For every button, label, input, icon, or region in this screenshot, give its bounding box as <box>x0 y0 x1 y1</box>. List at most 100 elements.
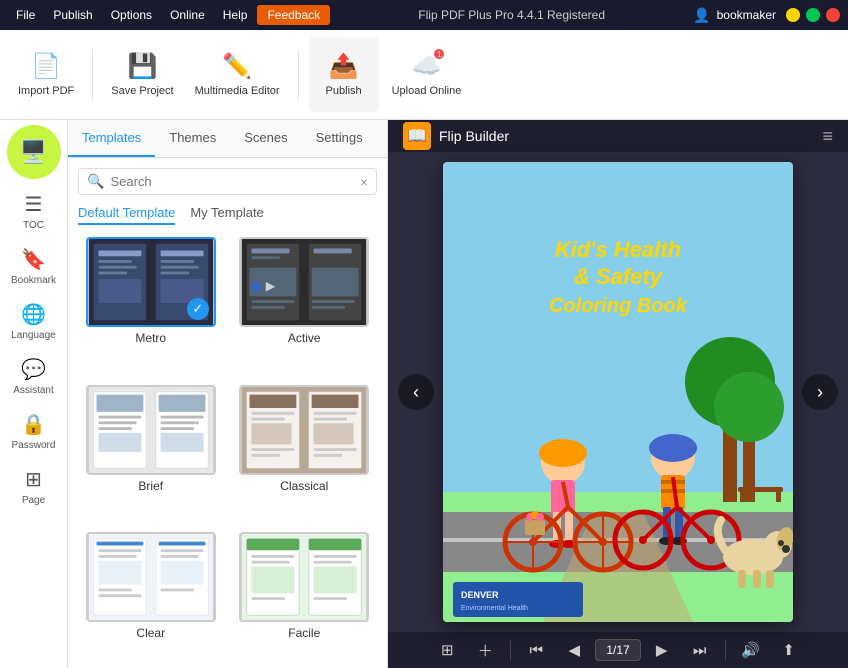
volume-button[interactable]: 🔊 <box>734 635 768 665</box>
search-icon: 🔍 <box>87 173 104 190</box>
share-button[interactable]: ⬆ <box>772 635 806 665</box>
divider2 <box>725 640 726 660</box>
book-container: ‹ <box>388 152 848 632</box>
template-active[interactable]: Active <box>232 233 378 373</box>
template-classical-thumb <box>239 385 369 475</box>
menu-online[interactable]: Online <box>162 5 213 25</box>
svg-text:Environmental Health: Environmental Health <box>461 605 528 612</box>
last-page-button[interactable]: ⏭ <box>683 635 717 665</box>
sidebar-item-language[interactable]: 🌐 Language <box>4 294 64 349</box>
template-metro-label: Metro <box>135 331 166 345</box>
template-clear[interactable]: Clear <box>78 528 224 668</box>
selected-check: ✓ <box>187 298 209 320</box>
main-area: 🖥️ ☰ TOC 🔖 Bookmark 🌐 Language 💬 Assista… <box>0 120 848 668</box>
user-info: 👤 bookmaker <box>693 7 776 24</box>
svg-text:& Safety: & Safety <box>574 264 664 289</box>
multimedia-icon: ✏️ <box>222 52 252 81</box>
bookmark-label: Bookmark <box>11 275 56 286</box>
close-button[interactable] <box>826 8 840 22</box>
template-classical[interactable]: Classical <box>232 381 378 521</box>
sidebar-item-bookmark[interactable]: 🔖 Bookmark <box>4 239 64 294</box>
templates-panel: Templates Themes Scenes Settings 🔍 × Def… <box>68 120 388 668</box>
svg-text:Coloring Book: Coloring Book <box>549 295 688 317</box>
preview-title: Flip Builder <box>439 128 509 144</box>
search-input[interactable] <box>110 174 353 189</box>
save-project-button[interactable]: 💾 Save Project <box>103 37 181 112</box>
menu-help[interactable]: Help <box>215 5 256 25</box>
upload-icon: ☁️1 <box>412 52 442 81</box>
bookmark-icon: 🔖 <box>21 247 46 272</box>
menu-publish[interactable]: Publish <box>45 5 100 25</box>
prev-page-nav[interactable]: ◀ <box>557 635 591 665</box>
window-controls <box>786 8 840 22</box>
template-active-label: Active <box>288 331 321 345</box>
toc-icon: ☰ <box>25 192 43 217</box>
template-clear-thumb <box>86 532 216 622</box>
sidebar-item-toc[interactable]: ☰ TOC <box>4 184 64 239</box>
tab-themes[interactable]: Themes <box>155 120 230 157</box>
preview-menu-icon[interactable]: ≡ <box>822 126 833 147</box>
publish-label: Publish <box>326 85 362 97</box>
menu-options[interactable]: Options <box>103 5 160 25</box>
next-page-nav[interactable]: ▶ <box>645 635 679 665</box>
flip-logo-icon: 📖 <box>403 122 431 150</box>
menu-bar: File Publish Options Online Help Feedbac… <box>8 5 330 25</box>
save-project-label: Save Project <box>111 85 173 97</box>
publish-button[interactable]: 📤 Publish <box>309 37 379 112</box>
template-brief[interactable]: Brief <box>78 381 224 521</box>
preview-header: 📖 Flip Builder ≡ <box>388 120 848 152</box>
toc-label: TOC <box>23 220 44 231</box>
titlebar: File Publish Options Online Help Feedbac… <box>0 0 848 30</box>
divider2 <box>298 50 299 100</box>
language-icon: 🌐 <box>21 302 46 327</box>
sidebar-item-page[interactable]: ⊞ Page <box>4 459 64 514</box>
upload-label: Upload Online <box>392 85 462 97</box>
first-page-button[interactable]: ⏮ <box>519 635 553 665</box>
assistant-label: Assistant <box>13 385 54 396</box>
feedback-button[interactable]: Feedback <box>257 5 330 25</box>
template-facile[interactable]: Facile <box>232 528 378 668</box>
template-facile-thumb <box>239 532 369 622</box>
template-facile-label: Facile <box>288 626 320 640</box>
flip-logo: 📖 Flip Builder <box>403 122 509 150</box>
sidebar-item-assistant[interactable]: 💬 Assistant <box>4 349 64 404</box>
password-label: Password <box>12 440 56 451</box>
tab-templates[interactable]: Templates <box>68 120 155 157</box>
import-pdf-button[interactable]: 📄 Import PDF <box>10 37 82 112</box>
password-icon: 🔒 <box>21 412 46 437</box>
template-metro[interactable]: ✓ Metro <box>78 233 224 373</box>
multimedia-label: Multimedia Editor <box>195 85 280 97</box>
search-bar[interactable]: 🔍 × <box>78 168 377 195</box>
user-icon: 👤 <box>693 7 710 24</box>
next-page-button[interactable]: › <box>802 374 838 410</box>
assistant-icon: 💬 <box>21 357 46 382</box>
subtab-default[interactable]: Default Template <box>78 205 175 225</box>
template-brief-thumb <box>86 385 216 475</box>
grid-view-button[interactable]: ⊞ <box>430 635 464 665</box>
upload-online-button[interactable]: ☁️1 Upload Online <box>384 37 470 112</box>
save-project-icon: 💾 <box>127 52 157 81</box>
template-clear-label: Clear <box>136 626 165 640</box>
svg-text:DENVER: DENVER <box>461 590 499 600</box>
tab-settings[interactable]: Settings <box>302 120 377 157</box>
maximize-button[interactable] <box>806 8 820 22</box>
minimize-button[interactable] <box>786 8 800 22</box>
design-icon: 🖥️ <box>20 139 47 165</box>
app-title: Flip PDF Plus Pro 4.4.1 Registered <box>330 8 693 22</box>
tab-scenes[interactable]: Scenes <box>230 120 301 157</box>
subtab-my-template[interactable]: My Template <box>190 205 263 225</box>
design-button[interactable]: 🖥️ <box>7 125 61 179</box>
sidebar-item-password[interactable]: 🔒 Password <box>4 404 64 459</box>
prev-page-button[interactable]: ‹ <box>398 374 434 410</box>
multimedia-editor-button[interactable]: ✏️ Multimedia Editor <box>187 37 288 112</box>
template-brief-label: Brief <box>138 479 163 493</box>
menu-file[interactable]: File <box>8 5 43 25</box>
templates-grid: ✓ Metro <box>68 233 387 668</box>
book-page: DENVER Environmental Health Kid's Health… <box>443 162 793 622</box>
language-label: Language <box>11 330 56 341</box>
zoom-in-button[interactable]: ＋ <box>468 635 502 665</box>
bottom-bar: ⊞ ＋ ⏮ ◀ 1/17 ▶ ⏭ 🔊 ⬆ <box>388 632 848 668</box>
search-clear-icon[interactable]: × <box>360 174 368 190</box>
import-pdf-icon: 📄 <box>31 52 61 81</box>
import-pdf-label: Import PDF <box>18 85 74 97</box>
